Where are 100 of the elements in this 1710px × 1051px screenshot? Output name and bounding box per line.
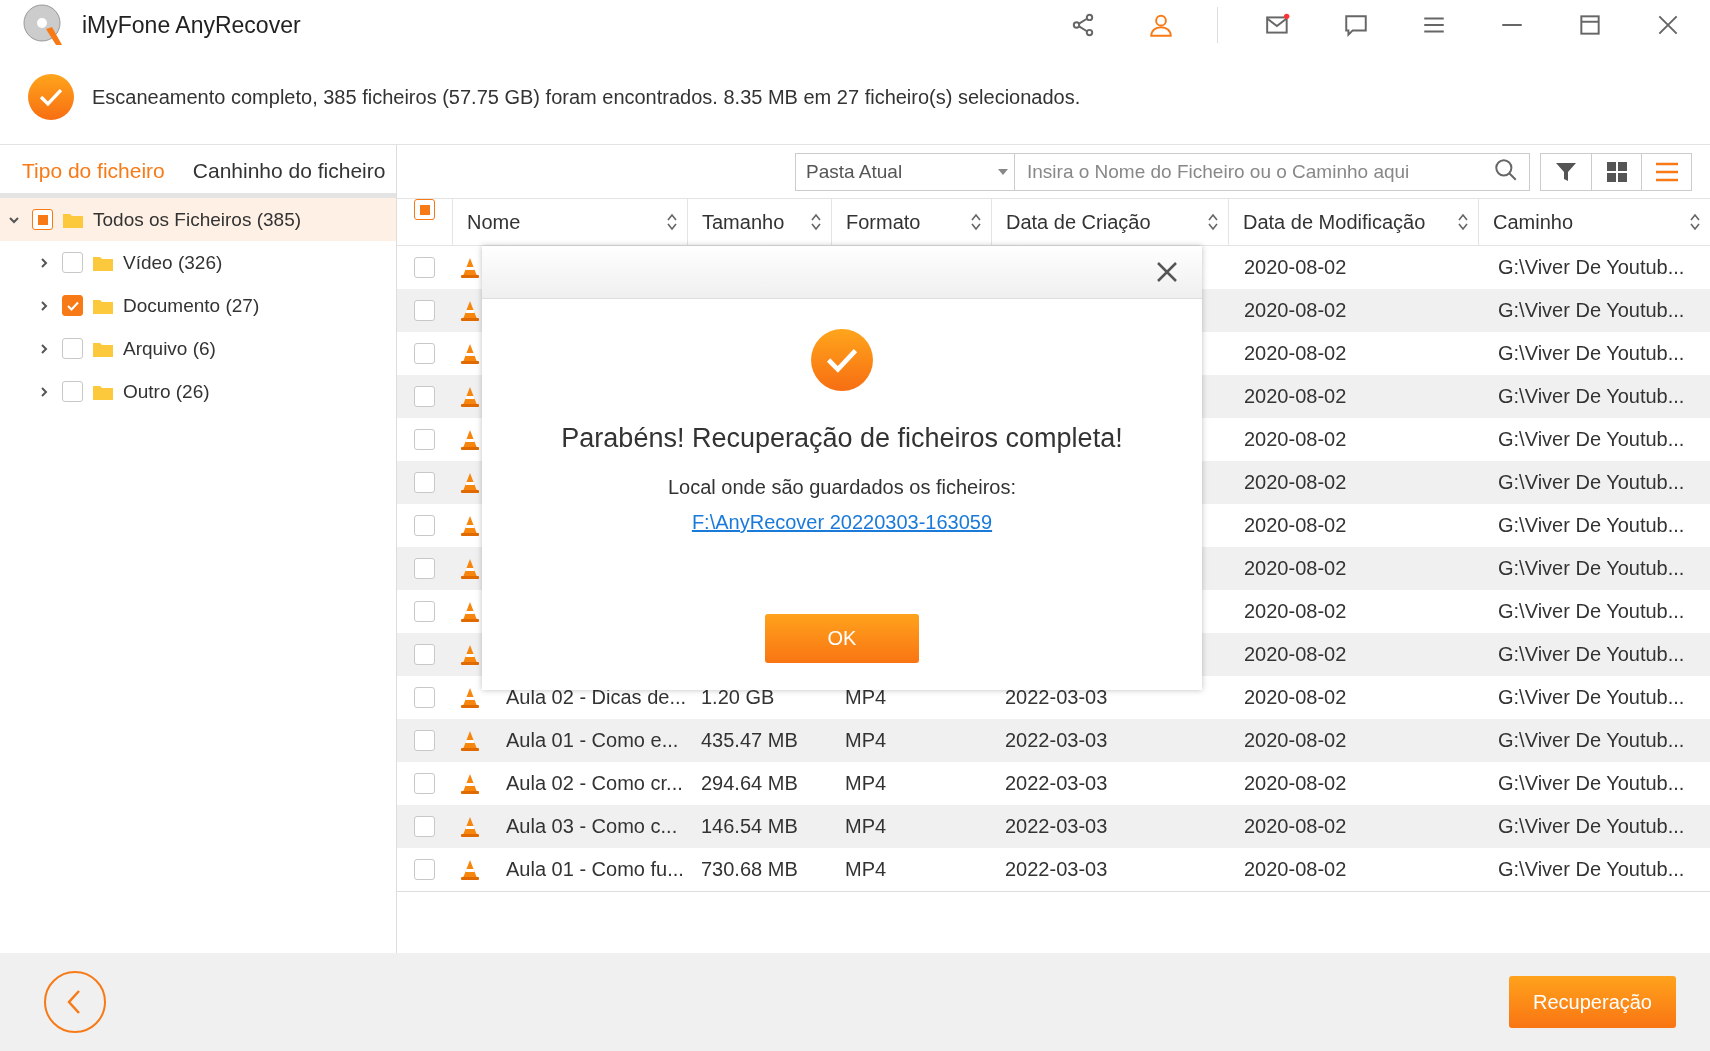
folder-icon [93, 254, 113, 271]
status-message: Escaneamento completo, 385 ficheiros (57.75 GB) foram encontrados. 8.35 MB em 27 ficheiro(s) selecionados. [92, 85, 1081, 109]
select-all-checkbox[interactable] [414, 199, 435, 220]
success-icon [28, 74, 74, 120]
table-cell-text: G:\Viver De Youtub... [1497, 385, 1685, 407]
cone-icon [460, 815, 480, 838]
table-cell-text: G:\Viver De Youtub... [1497, 815, 1685, 837]
table-cell-text: MP4 [844, 772, 887, 794]
success-icon [811, 329, 873, 391]
tree-item[interactable]: Todos os Ficheiros (385) [0, 198, 396, 241]
checkbox[interactable] [62, 252, 83, 273]
tab[interactable]: Canhinho do ficheiro [178, 145, 400, 198]
back-button[interactable] [44, 971, 106, 1033]
checkbox[interactable] [414, 386, 435, 407]
cone-icon [460, 729, 480, 752]
checkbox[interactable] [414, 300, 435, 321]
cone-icon [460, 772, 480, 795]
checkbox[interactable] [414, 558, 435, 579]
checkbox[interactable] [414, 601, 435, 622]
table-cell-text: 2020-08-02 [1243, 514, 1347, 536]
folder-icon [93, 383, 113, 400]
table-row[interactable]: Aula 01 - Como e... 435.47 MB MP4 2022-03-03 2020-08-02 G:\Viver De Youtub... [397, 719, 1710, 762]
table-cell-text: 2022-03-03 [1004, 729, 1108, 751]
table-row[interactable]: Aula 03 - Como c... 146.54 MB MP4 2022-03-03 2020-08-02 G:\Viver De Youtub... [397, 805, 1710, 848]
table-cell-text: G:\Viver De Youtub... [1497, 643, 1685, 665]
cone-icon [460, 514, 480, 537]
table-cell-text: 2020-08-02 [1243, 815, 1347, 837]
cone-icon [460, 686, 480, 709]
cone-icon [460, 471, 480, 494]
folder-dropdown[interactable]: Pasta Atual [795, 152, 1015, 191]
checkbox[interactable] [414, 859, 435, 880]
table-cell-text: 2020-08-02 [1243, 557, 1347, 579]
table-cell-text: MP4 [844, 815, 887, 837]
table-cell-text: G:\Viver De Youtub... [1497, 858, 1685, 880]
checkbox[interactable] [62, 338, 83, 359]
table-cell-text: 2020-08-02 [1243, 428, 1347, 450]
folder-icon [93, 297, 113, 314]
column-header[interactable]: Caminho [1478, 199, 1710, 245]
search-field[interactable]: Insira o Nome do Ficheiro ou o Caminho aqui [1015, 152, 1530, 191]
checkbox[interactable] [414, 687, 435, 708]
cone-icon [460, 385, 480, 408]
table-cell-text: G:\Viver De Youtub... [1497, 342, 1685, 364]
column-header[interactable]: Nome [452, 199, 687, 245]
table-cell-text: G:\Viver De Youtub... [1497, 686, 1685, 708]
table-cell-text: G:\Viver De Youtub... [1497, 256, 1685, 278]
cone-icon [460, 299, 480, 322]
dialog-title: Parabéns! Recuperação de ficheiros completa! [561, 423, 1123, 454]
checkbox[interactable] [414, 773, 435, 794]
sort-icon[interactable] [811, 213, 821, 231]
table-cell-text: 2020-08-02 [1243, 643, 1347, 665]
table-cell-text: 2022-03-03 [1004, 815, 1108, 837]
sort-icon[interactable] [667, 213, 677, 231]
table-cell-text: G:\Viver De Youtub... [1497, 299, 1685, 321]
cone-icon [460, 600, 480, 623]
sort-icon[interactable] [971, 213, 981, 231]
table-cell-text: 435.47 MB [700, 729, 798, 751]
checkbox[interactable] [414, 343, 435, 364]
table-cell-text: MP4 [844, 729, 887, 751]
column-header[interactable]: Formato [831, 199, 991, 245]
table-cell-text: 2020-08-02 [1243, 385, 1347, 407]
table-cell-text: 2020-08-02 [1243, 686, 1347, 708]
tree-label: Documento (27) [123, 294, 260, 317]
checkbox[interactable] [414, 257, 435, 278]
tree-item[interactable]: Documento (27) [0, 284, 396, 327]
checkbox[interactable] [414, 429, 435, 450]
table-cell-text: Aula 02 - Dicas de... [505, 686, 687, 709]
sort-icon[interactable] [1690, 213, 1700, 231]
tree-item[interactable]: Vídeo (326) [0, 241, 396, 284]
cone-icon [460, 342, 480, 365]
partial-mark-icon [37, 214, 48, 225]
checkbox[interactable] [62, 295, 83, 316]
folder-icon [63, 211, 83, 228]
checkbox[interactable] [62, 381, 83, 402]
column-header[interactable]: Data de Criação [991, 199, 1228, 245]
checkbox[interactable] [414, 816, 435, 837]
checkbox[interactable] [32, 209, 53, 230]
table-cell-text: 1.20 GB [700, 686, 775, 708]
column-header[interactable]: Tamanho [687, 199, 831, 245]
table-cell-text: 2020-08-02 [1243, 772, 1347, 794]
sort-icon[interactable] [1208, 213, 1218, 231]
table-cell-text: Aula 03 - Como c... [505, 815, 678, 838]
tree-item[interactable]: Outro (26) [0, 370, 396, 413]
tree-label: Arquivo (6) [123, 337, 216, 360]
folder-link[interactable]: F:\AnyRecover 20220303-163059 [691, 511, 993, 534]
column-header[interactable]: Data de Modificação [1228, 199, 1478, 245]
table-cell-text: 2022-03-03 [1004, 772, 1108, 794]
table-cell-text: 2020-08-02 [1243, 256, 1347, 278]
table-cell-text: Aula 01 - Como fu... [505, 858, 684, 881]
checkbox[interactable] [414, 515, 435, 536]
checkbox[interactable] [414, 472, 435, 493]
checkbox[interactable] [414, 644, 435, 665]
table-cell-text: 2020-08-02 [1243, 471, 1347, 493]
table-cell-text: 2020-08-02 [1243, 729, 1347, 751]
tree-item[interactable]: Arquivo (6) [0, 327, 396, 370]
cone-icon [460, 643, 480, 666]
sort-icon[interactable] [1458, 213, 1468, 231]
tree-label: Outro (26) [123, 380, 210, 403]
table-cell-text: 2020-08-02 [1243, 858, 1347, 880]
cone-icon [460, 428, 480, 451]
checkbox[interactable] [414, 730, 435, 751]
